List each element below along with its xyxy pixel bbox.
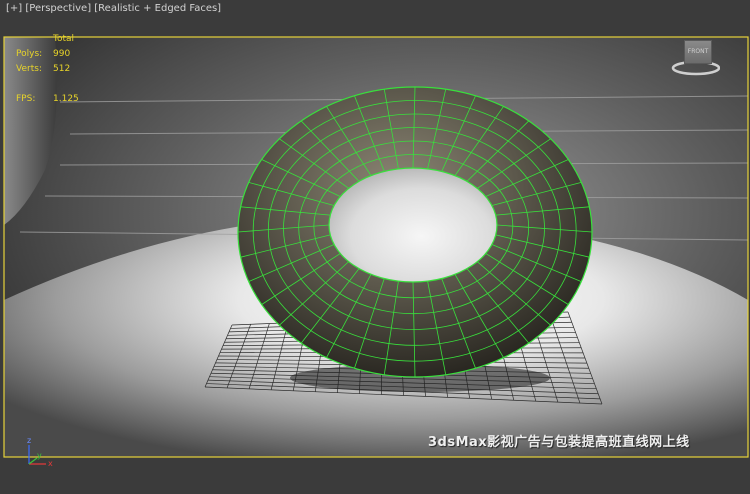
verts-value: 512 xyxy=(53,64,71,74)
perspective-viewport[interactable]: [+] [Perspective] [Realistic + Edged Fac… xyxy=(0,0,750,494)
axis-x-label: x xyxy=(48,459,53,468)
verts-label: Verts: xyxy=(16,64,42,74)
fps-value: 1.125 xyxy=(53,94,79,104)
stats-header: Total xyxy=(53,34,75,44)
viewport-point-of-view-menu[interactable]: [Perspective] xyxy=(25,3,91,14)
polys-label: Polys: xyxy=(16,49,43,59)
viewport-shading-menu[interactable]: [Realistic + Edged Faces] xyxy=(94,3,221,14)
torus-object xyxy=(237,86,593,378)
viewport-general-menu[interactable]: [+] xyxy=(6,3,22,14)
axis-tripod: z y x xyxy=(18,436,58,472)
viewport-label: [+] [Perspective] [Realistic + Edged Fac… xyxy=(6,3,221,14)
viewcube-front-face[interactable]: FRONT xyxy=(684,40,712,64)
scene-render[interactable] xyxy=(0,0,750,494)
watermark-text: 3dsMax影视广告与包装提高班直线网上线 xyxy=(428,435,690,450)
axis-y-label: y xyxy=(37,451,42,460)
viewcube[interactable]: FRONT xyxy=(671,38,720,76)
fps-label: FPS: xyxy=(16,94,36,104)
axis-z-label: z xyxy=(27,436,32,445)
polys-value: 990 xyxy=(53,49,71,59)
